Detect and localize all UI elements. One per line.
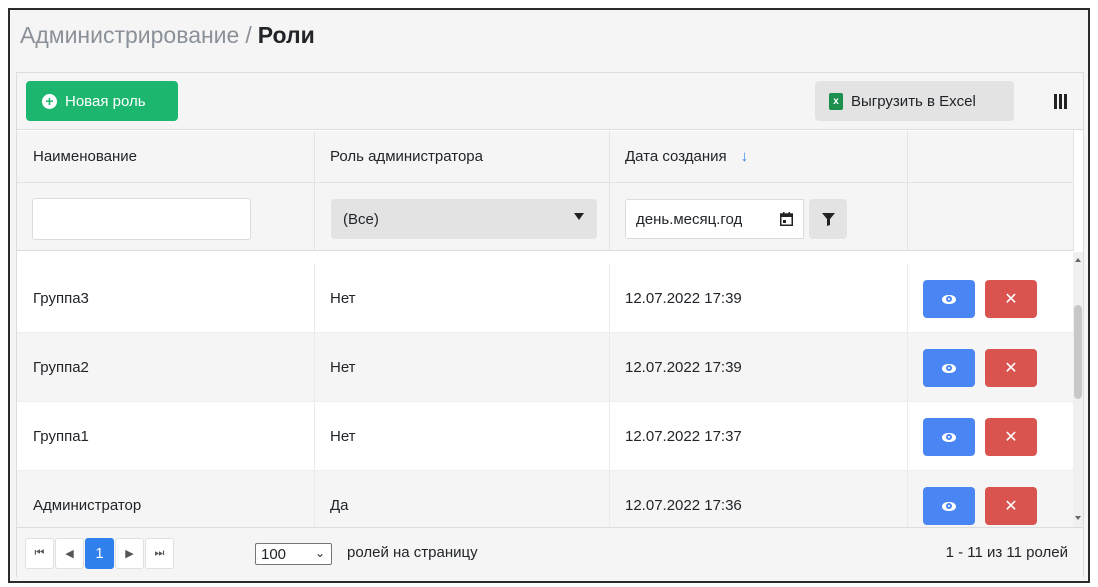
delete-button[interactable]: ✕ [985,487,1037,525]
plus-circle-icon: + [42,93,57,109]
delete-button[interactable]: ✕ [985,280,1037,318]
column-header-name[interactable]: Наименование [33,131,137,182]
cell-name: Группа2 [33,358,89,376]
roles-grid: + Новая роль x Выгрузить в Excel Наимено… [16,72,1084,577]
table-row[interactable]: Группа3 Нет 12.07.2022 17:39 ✕ [17,264,1073,333]
table-row[interactable]: Группа1 Нет 12.07.2022 17:37 ✕ [17,402,1073,471]
column-divider [1073,131,1074,251]
cell-name: Группа3 [33,289,89,307]
cell-admin-role: Да [330,496,349,514]
vertical-scrollbar[interactable] [1073,252,1083,527]
grid-toolbar: + Новая роль x Выгрузить в Excel [17,73,1083,130]
calendar-icon[interactable] [769,200,803,238]
pager: ⏮ ◀ 1 ▶ ⏭ 100 ⌄ ролей на страницу 1 - 11… [17,527,1083,577]
column-header-name-label: Наименование [33,148,137,165]
cell-admin-role: Нет [330,289,356,307]
grid-filter-row: (Все) день.месяц.год [17,183,1073,251]
table-row[interactable]: Группа2 Нет 12.07.2022 17:39 ✕ [17,333,1073,402]
breadcrumb-separator: / [245,22,252,48]
last-page-icon: ⏭ [154,547,165,559]
page-number-button[interactable]: 1 [85,538,114,569]
columns-icon[interactable] [1054,94,1067,109]
admin-role-filter-value: (Все) [343,210,379,228]
first-page-icon: ⏮ [34,547,45,559]
cell-created: 12.07.2022 17:39 [625,289,742,307]
column-divider [314,131,315,251]
scroll-up-icon[interactable] [1075,258,1081,262]
table-row[interactable]: Администратор Да 12.07.2022 17:36 ✕ [17,471,1073,527]
column-divider [907,131,908,251]
close-icon: ✕ [1004,429,1018,446]
cell-admin-role: Нет [330,427,356,445]
view-button[interactable] [923,418,975,456]
cell-created: 12.07.2022 17:36 [625,496,742,514]
breadcrumb-parent[interactable]: Администрирование [20,22,239,48]
eye-icon [942,501,956,511]
eye-icon [942,363,956,373]
column-header-admin-role[interactable]: Роль администратора [330,131,483,182]
scroll-down-icon[interactable] [1075,516,1081,520]
close-icon: ✕ [1004,291,1018,308]
chevron-down-icon: ⌄ [314,546,325,560]
cell-created: 12.07.2022 17:37 [625,427,742,445]
page-title: Администрирование / Роли [20,22,315,49]
prev-page-icon: ◀ [65,548,74,560]
cell-name: Администратор [33,496,142,514]
first-page-button[interactable]: ⏮ [25,538,54,569]
sort-desc-icon: ↓ [740,148,749,165]
prev-page-button[interactable]: ◀ [55,538,84,569]
next-page-icon: ▶ [125,548,134,560]
page-size-value: 100 [261,545,287,563]
breadcrumb-current: Роли [257,22,315,48]
column-header-created[interactable]: Дата создания ↓ [625,131,748,182]
last-page-button[interactable]: ⏭ [145,538,174,569]
name-filter-input[interactable] [32,198,251,240]
main-frame: Администрирование / Роли + Новая роль x Вы… [8,8,1090,583]
eye-icon [942,432,956,442]
page-size-select[interactable]: 100 ⌄ [255,543,332,565]
cell-name: Группа1 [33,427,89,445]
view-button[interactable] [923,280,975,318]
view-button[interactable] [923,349,975,387]
pager-info: 1 - 11 из 11 ролей [945,544,1068,561]
eye-icon [942,294,956,304]
export-excel-button[interactable]: x Выгрузить в Excel [815,81,1014,121]
scrollbar-thumb[interactable] [1074,305,1082,399]
column-divider [609,131,610,251]
next-page-button[interactable]: ▶ [115,538,144,569]
grid-header-row: Наименование Роль администратора Дата со… [17,131,1073,183]
excel-icon: x [829,92,843,110]
column-header-created-label: Дата создания [625,148,727,165]
view-button[interactable] [923,487,975,525]
admin-role-filter-select[interactable]: (Все) [331,199,597,239]
export-excel-label: Выгрузить в Excel [851,92,976,110]
cell-created: 12.07.2022 17:39 [625,358,742,376]
cell-admin-role: Нет [330,358,356,376]
date-filter-placeholder: день.месяц.год [636,210,743,228]
new-role-label: Новая роль [65,92,146,110]
column-header-admin-role-label: Роль администратора [330,148,483,165]
delete-button[interactable]: ✕ [985,349,1037,387]
new-role-button[interactable]: + Новая роль [26,81,178,121]
filter-icon[interactable] [809,199,847,239]
caret-down-icon [574,213,584,220]
grid-body: Группа3 Нет 12.07.2022 17:39 ✕ Группа2 Н… [17,252,1073,527]
per-page-label: ролей на страницу [347,544,478,561]
close-icon: ✕ [1004,360,1018,377]
delete-button[interactable]: ✕ [985,418,1037,456]
close-icon: ✕ [1004,498,1018,515]
